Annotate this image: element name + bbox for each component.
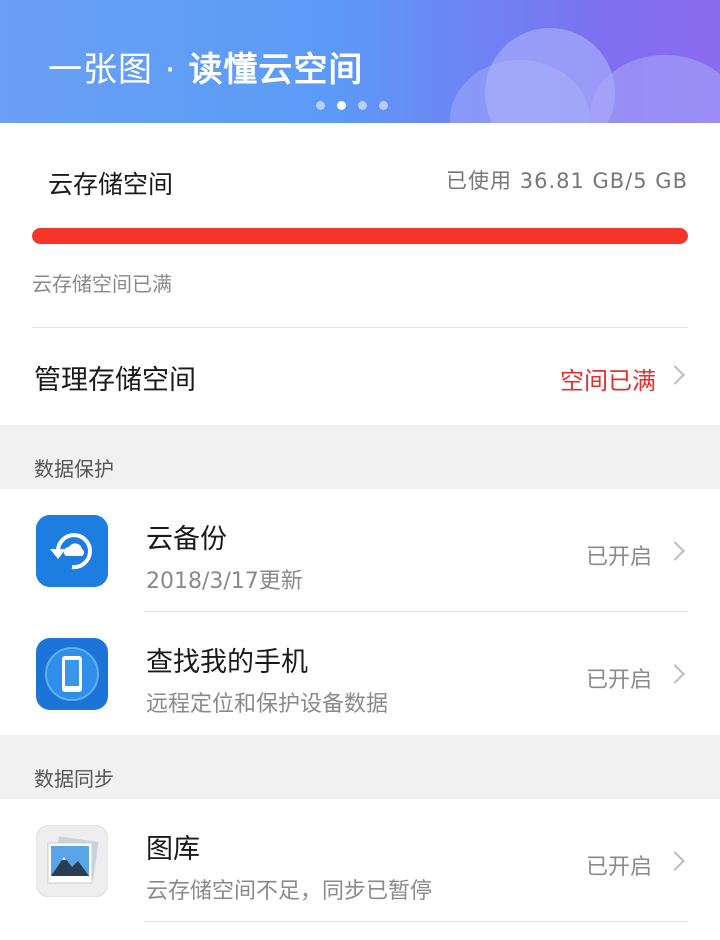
storage-full-note: 云存储空间已满	[32, 272, 172, 296]
cloud-backup-icon	[36, 515, 108, 587]
section-title: 数据保护	[34, 457, 114, 481]
item-title: 云备份	[146, 524, 227, 555]
section-header-data-sync: 数据同步	[0, 735, 720, 799]
item-subtitle: 云存储空间不足，同步已暂停	[146, 879, 433, 904]
page-dot	[358, 101, 367, 110]
manage-storage-label: 管理存储空间	[34, 365, 196, 396]
item-status: 已开启	[585, 668, 652, 693]
divider	[144, 921, 688, 922]
item-title: 图库	[146, 834, 200, 865]
manage-storage-status: 空间已满	[560, 367, 656, 395]
banner-title: 一张图 · 读懂云空间	[48, 42, 363, 91]
list-item-find-phone[interactable]: 查找我的手机 远程定位和保护设备数据 已开启	[0, 612, 720, 735]
item-status: 已开启	[585, 545, 652, 570]
banner[interactable]: 一张图 · 读懂云空间	[0, 0, 720, 123]
item-subtitle: 远程定位和保护设备数据	[146, 692, 389, 717]
list-item-gallery[interactable]: 图库 云存储空间不足，同步已暂停 已开启	[0, 799, 720, 922]
page-indicator	[316, 101, 388, 110]
section-title: 数据同步	[34, 767, 114, 791]
storage-label: 云存储空间	[48, 170, 174, 199]
page-dot-active	[337, 101, 346, 110]
chevron-right-icon	[665, 664, 685, 684]
item-title: 查找我的手机	[146, 647, 308, 678]
gallery-icon	[35, 824, 109, 898]
storage-usage-bar	[32, 228, 688, 244]
data-sync-list: 图库 云存储空间不足，同步已暂停 已开启	[0, 799, 720, 940]
page-dot	[316, 101, 325, 110]
storage-usage-fill	[32, 228, 688, 244]
item-subtitle: 2018/3/17更新	[146, 569, 303, 594]
find-phone-icon	[36, 638, 108, 710]
banner-title-main: 读懂云空间	[188, 50, 364, 90]
list-item-cloud-backup[interactable]: 云备份 2018/3/17更新 已开启	[0, 489, 720, 612]
manage-storage-row[interactable]: 管理存储空间 空间已满	[0, 328, 720, 425]
chevron-right-icon	[665, 541, 685, 561]
page-dot	[379, 101, 388, 110]
cloud-decoration	[590, 55, 720, 123]
storage-card: 云存储空间 已使用 36.81 GB/5 GB 云存储空间已满 管理存储空间 空…	[0, 123, 720, 425]
storage-usage-text: 已使用 36.81 GB/5 GB	[446, 169, 688, 193]
banner-title-prefix: 一张图 ·	[48, 50, 189, 90]
item-status: 已开启	[585, 855, 652, 880]
data-protection-list: 云备份 2018/3/17更新 已开启 查找我的手机 远程定位和保护设备数据 已…	[0, 489, 720, 735]
chevron-right-icon	[665, 851, 685, 871]
chevron-right-icon	[665, 365, 685, 385]
section-header-data-protection: 数据保护	[0, 425, 720, 489]
